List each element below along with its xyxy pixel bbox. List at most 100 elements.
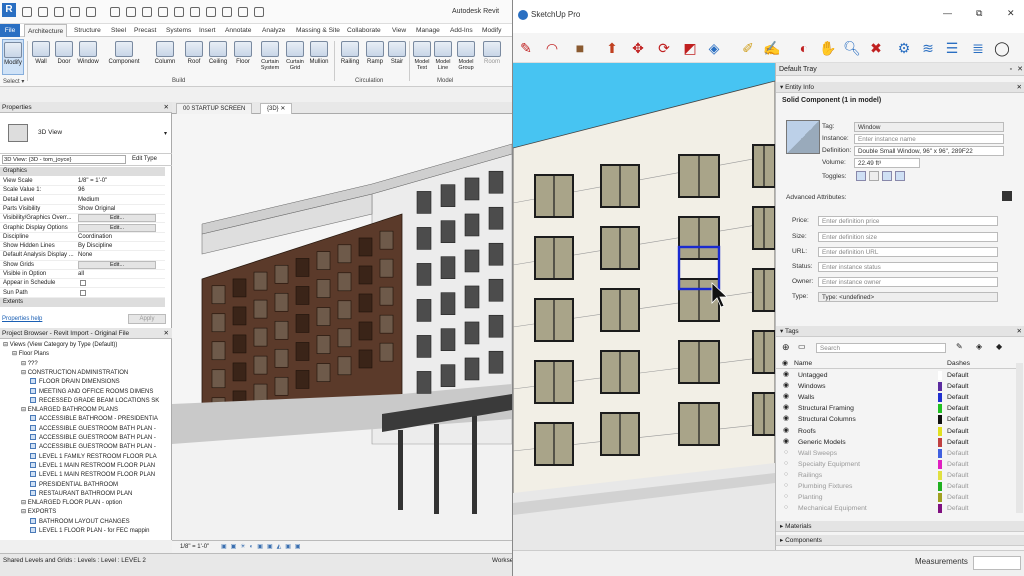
visibility-eye-icon[interactable]: ◉ (782, 438, 790, 446)
property-row[interactable]: Graphic Display Options Edit... (0, 223, 165, 233)
modify-tool[interactable]: Modify (2, 39, 24, 75)
property-row[interactable]: Visible in Option all (0, 270, 165, 280)
instance-input[interactable]: Enter instance name (854, 134, 1004, 144)
tag-dashes[interactable]: Default (947, 492, 969, 503)
view-scale[interactable]: 1/8" = 1'-0" (180, 544, 209, 550)
visibility-eye-icon[interactable]: ○ (782, 449, 790, 457)
tag-dashes[interactable]: Default (947, 459, 969, 470)
tag-color-swatch[interactable] (938, 371, 942, 380)
tag-dashes[interactable]: Default (947, 414, 969, 425)
tab-3d[interactable]: {3D} ✕ (260, 103, 293, 114)
tag-row[interactable]: ◉ Untagged Default (776, 370, 1016, 381)
property-row[interactable]: Scale Value 1: 96 (0, 186, 165, 196)
account-icon[interactable]: ◯ (993, 39, 1011, 57)
orbit-icon[interactable]: ◐ (795, 39, 813, 57)
tag-row[interactable]: ○ Wall Sweeps Default (776, 448, 1016, 459)
tab-architecture[interactable]: Architecture (24, 24, 68, 37)
property-row[interactable]: Detail Level Medium (0, 196, 165, 205)
property-row[interactable]: Discipline Coordination (0, 233, 165, 242)
warehouse-icon[interactable]: ⚙ (895, 39, 913, 57)
browser-item[interactable]: ⊟ Floor Plans (12, 350, 168, 359)
tag-row[interactable]: ◉ Windows Default (776, 381, 1016, 392)
visibility-eye-icon[interactable]: ○ (782, 493, 790, 501)
zoom-extents-icon[interactable]: ✖ (867, 39, 885, 57)
tag-color-swatch[interactable] (938, 393, 942, 403)
tag-color-swatch[interactable] (938, 459, 942, 469)
browser-item[interactable]: LEVEL 1 MAIN RESTROOM FLOOR PLAN (30, 461, 168, 471)
tag-color-swatch[interactable] (938, 470, 942, 480)
properties-help-link[interactable]: Properties help (2, 316, 42, 322)
browser-item[interactable]: LEVEL 1 FAMILY RESTROOM FLOOR PLA (30, 452, 168, 462)
browser-item[interactable]: ⊟ ENLARGED BATHROOM PLANS (21, 406, 168, 415)
visibility-eye-icon[interactable]: ○ (782, 504, 790, 512)
tab-structure[interactable]: Structure (71, 24, 104, 37)
group-select[interactable]: Select ▾ (3, 78, 24, 85)
ceiling-tool[interactable]: Ceiling (206, 39, 230, 75)
3d-view-icon[interactable] (190, 7, 200, 17)
extension-manager-icon[interactable]: ≣ (969, 39, 987, 57)
undo-icon[interactable] (70, 7, 80, 17)
rotate-icon[interactable]: ⟳ (655, 39, 673, 57)
pin-icon[interactable]: ▫ (1010, 63, 1012, 76)
tag-row[interactable]: ◉ Generic Models Default (776, 437, 1016, 448)
visibility-eye-icon[interactable]: ◉ (782, 404, 790, 412)
close-icon[interactable]: ✕ (1017, 326, 1022, 337)
arc-icon[interactable]: ◠ (543, 39, 561, 57)
section-icon[interactable] (206, 7, 216, 17)
railing-tool[interactable]: Railing (338, 39, 362, 75)
browser-item[interactable]: RECESSED GRADE BEAM LOCATIONS SK (30, 396, 168, 406)
sync-icon[interactable] (54, 7, 64, 17)
tag-row[interactable]: ◉ Structural Framing Default (776, 403, 1016, 414)
curtain-grid-tool[interactable]: Curtain Grid (284, 39, 306, 75)
minimize-icon[interactable]: — (943, 8, 952, 18)
tab-insert[interactable]: Insert (196, 24, 219, 37)
tag-color-swatch[interactable] (938, 404, 942, 414)
tag-row[interactable]: ◉ Walls Default (776, 392, 1016, 403)
tag-icon[interactable] (158, 7, 168, 17)
tag-color-swatch[interactable] (938, 437, 942, 447)
tab-precast[interactable]: Precast (131, 24, 159, 37)
visibility-eye-icon[interactable]: ○ (782, 482, 790, 490)
scale-icon[interactable]: ◩ (681, 39, 699, 57)
url-input[interactable]: Enter definition URL (818, 247, 998, 257)
definition-input[interactable]: Double Small Window, 96" x 96", 289F22 (854, 146, 1004, 156)
browser-item[interactable]: ACCESSIBLE GUESTROOM BATH PLAN - (30, 434, 168, 443)
component-tool[interactable]: Component (104, 39, 144, 75)
tab-massing-site[interactable]: Massing & Site (293, 24, 343, 37)
close-icon[interactable]: ✕ (1017, 82, 1022, 93)
tag-dashes[interactable]: Default (947, 426, 969, 437)
tab-add-ins[interactable]: Add-Ins (447, 24, 476, 37)
measurements-input[interactable] (973, 556, 1021, 570)
tag-search-input[interactable]: Search (816, 343, 946, 353)
model-line-tool[interactable]: Model Line (433, 39, 453, 75)
tag-row[interactable]: ○ Specialty Equipment Default (776, 459, 1016, 470)
view-selector[interactable]: 3D View: {3D - tom_joyce} (2, 155, 126, 164)
visibility-eye-icon[interactable]: ◉ (782, 415, 790, 423)
locked-toggle-icon[interactable] (895, 171, 905, 181)
tab-annotate[interactable]: Annotate (222, 24, 254, 37)
property-checkbox[interactable] (80, 289, 86, 296)
browser-item[interactable]: LEVEL 1 MAIN RESTROOM FLOOR PLAN (30, 471, 168, 480)
tag-color-swatch[interactable] (938, 482, 942, 491)
edit-button[interactable]: Edit... (78, 260, 156, 269)
materials-header[interactable]: ▸ Materials (776, 521, 1024, 532)
tag-dashes[interactable]: Default (947, 381, 969, 392)
browser-item[interactable]: ACCESSIBLE BATHROOM - PRESIDENTIA (30, 415, 168, 424)
window-tool[interactable]: Window (76, 39, 100, 75)
thin-lines-icon[interactable] (222, 7, 232, 17)
offset-icon[interactable]: ◈ (705, 39, 723, 57)
tag-color-swatch[interactable] (938, 504, 942, 514)
ramp-tool[interactable]: Ramp (364, 39, 386, 75)
dashes-column-header[interactable]: Dashes (947, 358, 970, 369)
browser-item[interactable]: ⊟ Views (View Category by Type (Default)… (3, 341, 168, 350)
redo-icon[interactable] (86, 7, 96, 17)
view-control-icons[interactable]: ▣▣☀◐▣▣◭▣▣ (221, 544, 305, 550)
status-input[interactable]: Enter instance status (818, 262, 998, 272)
tag-color-swatch[interactable] (938, 448, 942, 458)
close-hidden-icon[interactable] (238, 7, 248, 17)
browser-item[interactable]: ACCESSIBLE GUESTROOM BATH PLAN - (30, 443, 168, 452)
browser-item[interactable]: PRESIDENTIAL BATHROOM (30, 480, 168, 490)
browser-item[interactable]: ⊟ ENLARGED FLOOR PLAN - option (21, 499, 168, 508)
property-row[interactable]: View Scale 1/8" = 1'-0" (0, 177, 165, 187)
tab-collaborate[interactable]: Collaborate (344, 24, 384, 37)
